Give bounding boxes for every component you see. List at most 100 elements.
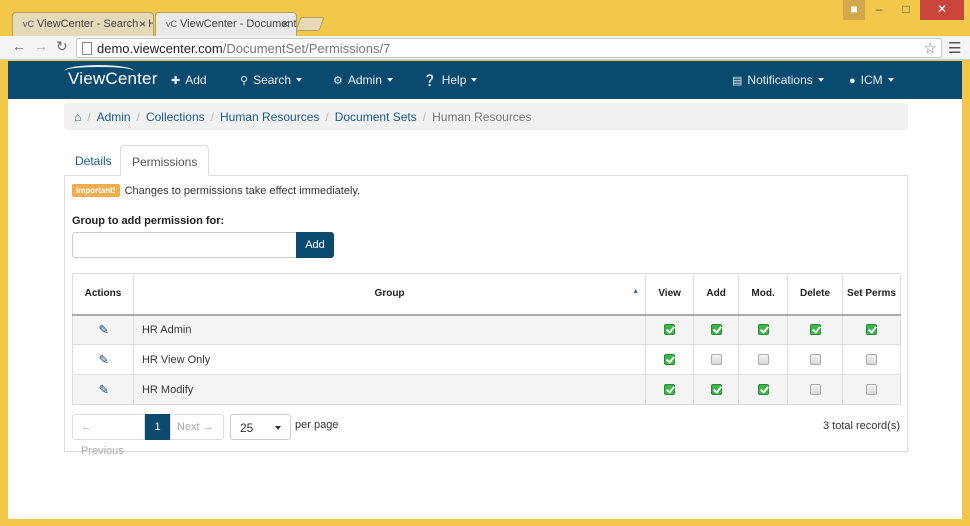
nav-help[interactable]: ❔ Help <box>423 73 478 87</box>
view-checkbox[interactable] <box>664 384 676 396</box>
breadcrumb-collections[interactable]: Collections <box>146 110 205 124</box>
maximize-icon[interactable]: □ <box>893 0 919 20</box>
nav-admin[interactable]: ⚙ Admin <box>333 73 393 87</box>
nav-notifications-label: Notifications <box>747 73 813 87</box>
breadcrumb-separator: / <box>325 110 329 124</box>
sort-ascending-icon[interactable]: ▲ <box>632 288 639 295</box>
previous-page-button[interactable]: ← Previous <box>72 414 145 457</box>
cell-mod <box>738 314 789 345</box>
chevron-down-icon <box>386 78 393 82</box>
chevron-down-icon <box>817 78 824 82</box>
mod-checkbox[interactable] <box>757 324 769 336</box>
breadcrumb-separator: / <box>87 110 91 124</box>
question-icon: ❔ <box>423 75 437 87</box>
header-group[interactable]: Group ▲ <box>132 273 647 316</box>
delete-checkbox[interactable] <box>809 384 821 396</box>
viewcenter-favicon: vC <box>166 19 177 29</box>
chevron-down-icon <box>471 78 478 82</box>
nav-user[interactable]: ● ICM <box>849 73 894 87</box>
breadcrumb-separator: / <box>422 110 427 124</box>
browser-menu-icon[interactable]: ☰ <box>948 39 961 57</box>
close-tab-icon[interactable]: × <box>139 17 146 31</box>
add-group-button[interactable]: Add <box>296 232 334 258</box>
row-group-name: HR Admin <box>132 314 647 345</box>
inbox-icon: ▤ <box>732 75 743 87</box>
important-badge: Important! <box>72 184 120 197</box>
minimize-icon[interactable]: – <box>866 0 892 20</box>
total-records: 3 total record(s) <box>822 420 900 432</box>
browser-tab-title: ViewCenter - Document S <box>180 18 297 30</box>
row-actions: ✏ <box>72 344 134 375</box>
reload-icon[interactable]: ↻ <box>56 38 68 55</box>
breadcrumb-admin[interactable]: Admin <box>97 110 131 124</box>
home-icon[interactable]: ⌂ <box>74 110 81 124</box>
cell-add <box>693 374 740 405</box>
set-perms-checkbox[interactable] <box>866 354 877 366</box>
view-checkbox[interactable] <box>664 354 676 366</box>
header-mod: Mod. <box>738 273 789 316</box>
user-icon: ● <box>849 75 856 87</box>
profile-icon[interactable]: ■ <box>843 0 865 20</box>
cell-view <box>645 314 695 345</box>
delete-checkbox[interactable] <box>809 324 821 336</box>
breadcrumb-current: Human Resources <box>432 110 532 124</box>
delete-checkbox[interactable] <box>809 354 821 366</box>
set-perms-checkbox[interactable] <box>866 324 877 336</box>
mod-checkbox[interactable] <box>757 384 769 396</box>
back-icon[interactable]: ← <box>12 38 26 54</box>
gear-icon: ⚙ <box>333 75 343 87</box>
browser-tab-search[interactable]: vC ViewCenter - Search - Hu × <box>12 12 154 36</box>
edit-pencil-icon[interactable]: ✏ <box>93 350 112 369</box>
page-1-button[interactable]: 1 <box>145 414 170 440</box>
edit-pencil-icon[interactable]: ✏ <box>93 380 112 399</box>
group-input[interactable] <box>72 232 297 258</box>
tab-details[interactable]: Details <box>64 145 123 176</box>
browser-tab-permissions[interactable]: vC ViewCenter - Document S × <box>155 12 297 36</box>
edit-pencil-icon[interactable]: ✏ <box>93 320 112 339</box>
row-group-name: HR Modify <box>132 374 647 405</box>
nav-add-label: Add <box>185 73 207 87</box>
per-page-select[interactable]: 25 <box>230 414 291 440</box>
nav-notifications[interactable]: ▤ Notifications <box>732 73 824 87</box>
close-tab-icon[interactable]: × <box>282 17 289 31</box>
cell-set-perms <box>842 314 901 345</box>
permissions-panel: Important! Changes to permissions take ef… <box>64 175 908 457</box>
cell-view <box>645 344 695 375</box>
cell-delete <box>787 314 844 345</box>
view-checkbox[interactable] <box>664 324 676 336</box>
breadcrumb-separator: / <box>210 110 214 124</box>
viewcenter-favicon: vC <box>23 19 34 29</box>
table-row: ✏ HR View Only <box>72 344 901 375</box>
cell-mod <box>738 344 789 375</box>
nav-add[interactable]: ✚ Add <box>171 73 207 87</box>
permissions-table-body: ✏ HR Admin ✏ HR View Only ✏ HR Modify <box>72 314 901 405</box>
page-tabs: Details Permissions <box>64 145 908 176</box>
close-window-icon[interactable]: ✕ <box>920 0 964 20</box>
breadcrumb-document-sets[interactable]: Document Sets <box>335 110 417 124</box>
nav-search[interactable]: ⚲ Search <box>240 73 303 87</box>
new-tab-button[interactable] <box>295 17 325 31</box>
browser-toolbar: ← → ↻ demo.viewcenter.com/DocumentSet/Pe… <box>0 36 970 60</box>
breadcrumb-human-resources[interactable]: Human Resources <box>220 110 319 124</box>
header-view: View <box>645 273 695 316</box>
add-checkbox[interactable] <box>710 354 722 366</box>
browser-tab-title: ViewCenter - Search - Hu <box>37 18 154 30</box>
url-host: demo.viewcenter.com <box>97 41 223 56</box>
pagination: ← Previous 1 Next → <box>72 414 224 457</box>
bookmark-star-icon[interactable]: ☆ <box>924 39 937 57</box>
add-checkbox[interactable] <box>710 324 722 336</box>
mod-checkbox[interactable] <box>757 354 769 366</box>
forward-icon[interactable]: → <box>34 38 48 54</box>
set-perms-checkbox[interactable] <box>866 384 877 396</box>
row-actions: ✏ <box>72 374 134 405</box>
cell-add <box>693 314 740 345</box>
nav-help-label: Help <box>441 73 467 87</box>
brand-logo[interactable]: ViewCenter <box>68 69 158 89</box>
address-bar[interactable]: demo.viewcenter.com/DocumentSet/Permissi… <box>76 38 942 58</box>
next-page-button[interactable]: Next → <box>170 414 224 440</box>
chevron-down-icon <box>887 78 894 82</box>
header-set-perms: Set Perms <box>842 273 901 316</box>
group-field-label: Group to add permission for: <box>72 215 225 227</box>
tab-permissions[interactable]: Permissions <box>120 145 210 176</box>
add-checkbox[interactable] <box>710 384 722 396</box>
